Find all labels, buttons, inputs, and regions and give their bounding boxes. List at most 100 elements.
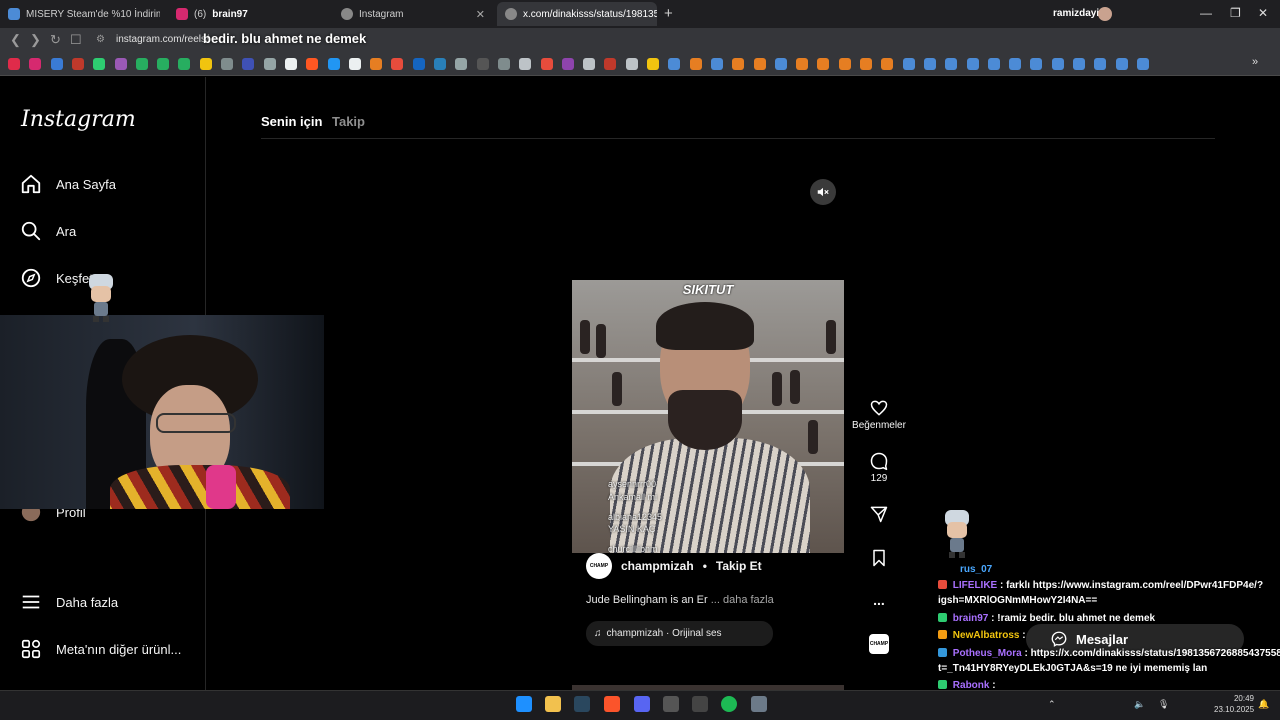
minimize-icon[interactable]: — <box>1200 6 1212 20</box>
microphone-icon[interactable]: 🎙 <box>1158 699 1169 710</box>
reel-video[interactable]: SIKITUT aysennrrr00 Ankamall mi albiana1… <box>572 280 844 553</box>
bookmark-favicon-icon[interactable] <box>348 58 361 70</box>
bookmark-favicon-icon[interactable] <box>689 58 702 70</box>
bookmark-favicon-icon[interactable] <box>263 58 276 70</box>
tab-instagram-notifications[interactable]: (6) brain97 <box>168 2 328 26</box>
comment-button[interactable]: 129 <box>849 451 909 484</box>
notification-icon[interactable]: 🔔 <box>1258 699 1269 710</box>
bookmark-favicon-icon[interactable] <box>391 58 404 70</box>
obs-icon[interactable] <box>692 696 708 712</box>
forward-icon[interactable]: ❯ <box>30 32 41 48</box>
bookmark-favicon-icon[interactable] <box>1030 58 1043 70</box>
bookmark-favicon-icon[interactable] <box>242 58 255 70</box>
tab-for-you[interactable]: Senin için <box>261 114 322 129</box>
app-icon[interactable] <box>663 696 679 712</box>
bookmark-favicon-icon[interactable] <box>284 58 297 70</box>
bookmark-favicon-icon[interactable] <box>1094 58 1107 70</box>
bookmark-favicon-icon[interactable] <box>838 58 851 70</box>
bookmark-favicon-icon[interactable] <box>668 58 681 70</box>
share-button[interactable] <box>849 504 909 526</box>
bookmark-favicon-icon[interactable] <box>902 58 915 70</box>
show-more-link[interactable]: ... daha fazla <box>711 594 774 606</box>
bookmark-favicon-icon[interactable] <box>753 58 766 70</box>
like-button[interactable]: Beğenmeler <box>849 398 909 431</box>
bookmark-favicon-icon[interactable] <box>987 58 1000 70</box>
bookmark-favicon-icon[interactable] <box>1136 58 1149 70</box>
tray-chevron-icon[interactable]: ⌃ <box>1048 699 1056 710</box>
save-button[interactable] <box>849 548 909 570</box>
bookmark-favicon-icon[interactable] <box>497 58 510 70</box>
clock-time[interactable]: 20:49 <box>1214 694 1254 703</box>
bookmark-favicon-icon[interactable] <box>966 58 979 70</box>
bookmark-favicon-icon[interactable] <box>817 58 830 70</box>
audio-thumbnail[interactable]: CHAMP <box>869 634 889 654</box>
bookmark-favicon-icon[interactable] <box>647 58 659 70</box>
tab-instagram[interactable]: Instagram ✕ <box>333 2 493 26</box>
nav-search[interactable]: Ara <box>20 220 76 242</box>
instagram-logo[interactable]: Instagram <box>21 107 136 132</box>
bookmark-favicon-icon[interactable] <box>881 58 894 70</box>
bookmark-favicon-icon[interactable] <box>455 58 468 70</box>
bookmark-favicon-icon[interactable] <box>157 58 170 70</box>
volume-icon[interactable]: 🔈 <box>1134 699 1145 710</box>
file-explorer-icon[interactable] <box>545 696 561 712</box>
bookmark-favicon-icon[interactable] <box>796 58 809 70</box>
bookmark-favicon-icon[interactable] <box>774 58 787 70</box>
tab-following[interactable]: Takip <box>332 114 365 129</box>
profile-name[interactable]: ramizdayi <box>1053 8 1099 19</box>
back-icon[interactable]: ❮ <box>10 32 21 48</box>
bookmark-favicon-icon[interactable] <box>732 58 745 70</box>
steam-icon[interactable] <box>574 696 590 712</box>
bookmark-favicon-icon[interactable] <box>93 58 106 70</box>
mute-button[interactable] <box>810 179 836 205</box>
maximize-icon[interactable]: ❐ <box>1230 6 1241 20</box>
tab-x-status[interactable]: x.com/dinakisss/status/1981356 ✕ <box>497 2 657 26</box>
nav-home[interactable]: Ana Sayfa <box>20 173 116 195</box>
nav-more[interactable]: Daha fazla <box>20 591 118 613</box>
bookmarks-overflow-icon[interactable]: » <box>1252 56 1264 68</box>
discord-icon[interactable] <box>634 696 650 712</box>
new-tab-icon[interactable]: + <box>664 5 673 22</box>
nav-explore[interactable]: Keşfet <box>20 267 93 289</box>
close-tab-icon[interactable]: ✕ <box>476 8 485 21</box>
author-avatar[interactable]: CHAMP <box>586 553 612 579</box>
brave-browser-icon[interactable] <box>604 696 620 712</box>
bookmark-favicon-icon[interactable] <box>583 58 596 70</box>
bookmark-favicon-icon[interactable] <box>434 58 446 70</box>
bookmark-favicon-icon[interactable] <box>945 58 958 70</box>
bookmark-favicon-icon[interactable] <box>519 58 532 70</box>
bookmark-favicon-icon[interactable] <box>29 58 42 70</box>
bookmark-favicon-icon[interactable] <box>199 58 212 70</box>
bookmark-favicon-icon[interactable] <box>860 58 872 70</box>
author-username[interactable]: champmizah <box>621 559 694 573</box>
bookmark-favicon-icon[interactable] <box>476 58 489 70</box>
bookmark-favicon-icon[interactable] <box>561 58 574 70</box>
profile-avatar[interactable] <box>1098 7 1112 21</box>
bookmark-favicon-icon[interactable] <box>540 58 553 70</box>
bookmark-favicon-icon[interactable] <box>710 58 723 70</box>
bookmark-favicon-icon[interactable] <box>327 58 340 70</box>
bookmark-icon[interactable]: ☐ <box>70 32 82 48</box>
spotify-icon[interactable] <box>721 696 737 712</box>
clock-date[interactable]: 23.10.2025 <box>1214 705 1254 714</box>
bookmark-favicon-icon[interactable] <box>221 58 233 70</box>
reload-icon[interactable]: ↻ <box>50 32 61 48</box>
url-input[interactable]: instagram.com/reels/ <box>116 34 209 45</box>
app-icon[interactable] <box>751 696 767 712</box>
bookmark-favicon-icon[interactable] <box>604 58 617 70</box>
bookmark-favicon-icon[interactable] <box>923 58 936 70</box>
bookmark-favicon-icon[interactable] <box>8 58 20 70</box>
tab-steam[interactable]: MISERY Steam'de %10 İndirimli <box>0 2 160 26</box>
follow-button[interactable]: Takip Et <box>716 559 762 573</box>
close-window-icon[interactable]: ✕ <box>1258 6 1268 20</box>
bookmark-favicon-icon[interactable] <box>135 58 148 70</box>
bookmark-favicon-icon[interactable] <box>1051 58 1064 70</box>
bookmark-favicon-icon[interactable] <box>71 58 84 70</box>
bookmark-favicon-icon[interactable] <box>178 58 191 70</box>
site-settings-icon[interactable]: ⚙ <box>96 34 105 45</box>
windows-start-icon[interactable] <box>516 696 532 712</box>
bookmark-favicon-icon[interactable] <box>114 58 127 70</box>
nav-meta[interactable]: Meta'nın diğer ürünl... <box>20 638 181 660</box>
bookmark-favicon-icon[interactable] <box>306 58 319 70</box>
bookmark-favicon-icon[interactable] <box>412 58 425 70</box>
